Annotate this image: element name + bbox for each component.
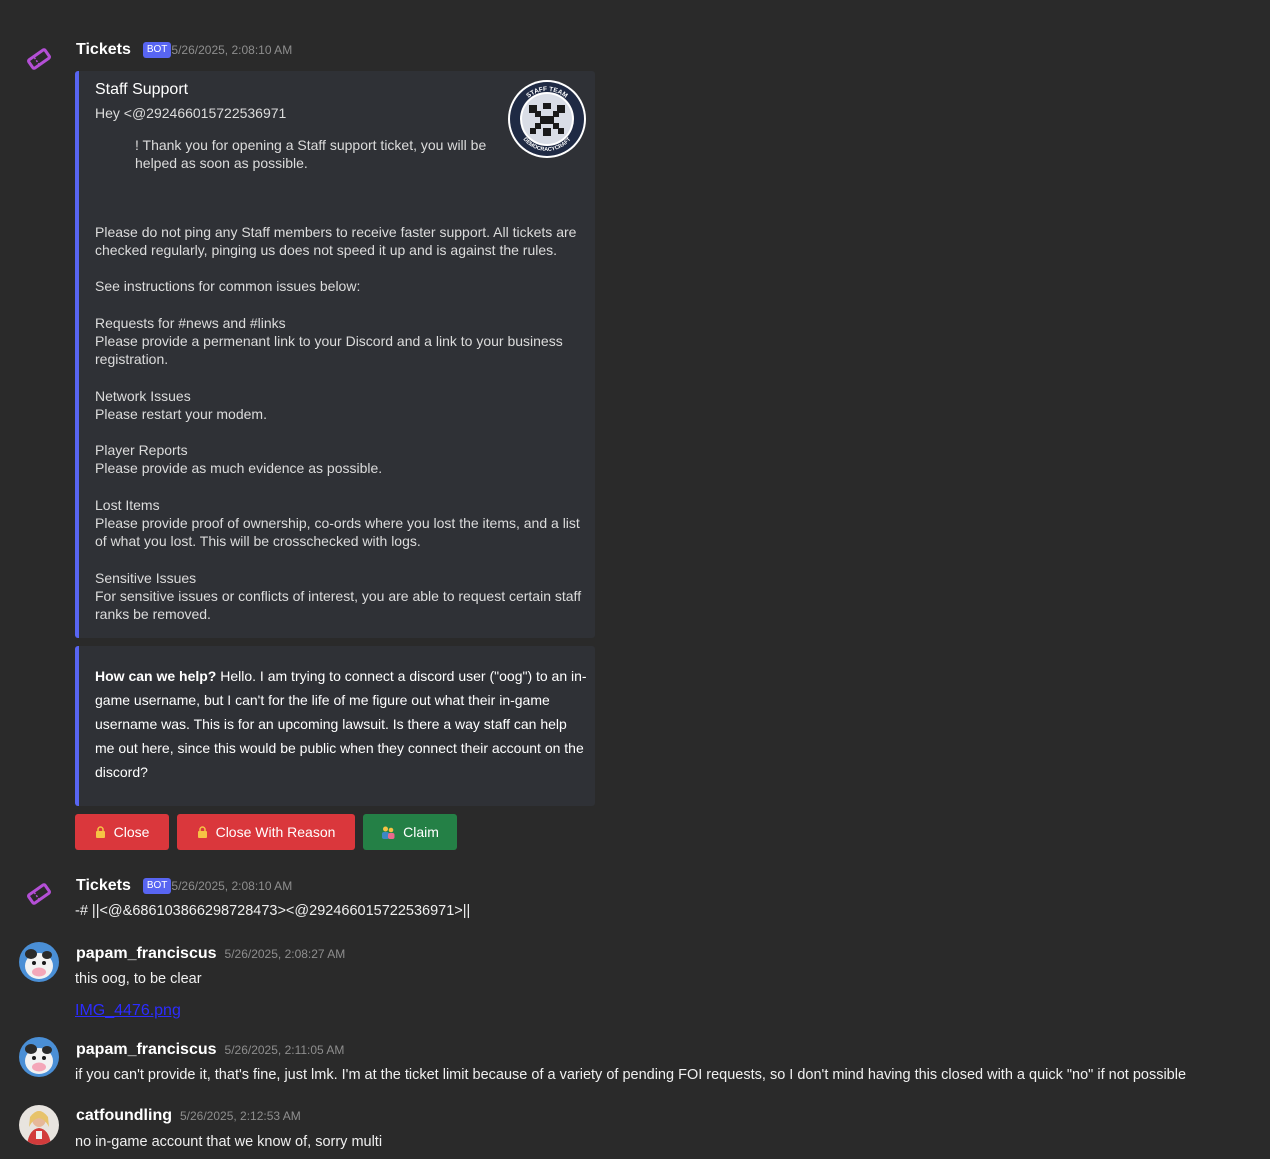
message-text: if you can't provide it, that's fine, ju…: [75, 1067, 1187, 1083]
message-text: no in-game account that we know of, sorr…: [75, 1134, 383, 1150]
lock-icon: [197, 826, 207, 838]
author-name[interactable]: papam_franciscus: [76, 945, 217, 963]
author-name[interactable]: Tickets: [76, 41, 131, 59]
embed-line: Please do not ping any Staff members to …: [95, 224, 577, 240]
staff-support-embed: Staff Support Hey <@292466015722536971 !…: [75, 71, 595, 638]
question-label: How can we help?: [95, 668, 217, 684]
close-button-label: Close: [113, 824, 150, 840]
embed-line: Player Reports: [95, 442, 188, 458]
message-header: papam_franciscus 5/26/2025, 2:08:27 AM: [76, 945, 345, 963]
close-with-reason-button-label: Close With Reason: [215, 824, 336, 840]
message-header: papam_franciscus 5/26/2025, 2:11:05 AM: [76, 1041, 344, 1059]
message-header: Tickets BOT 5/26/2025, 2:08:10 AM: [76, 877, 292, 895]
embed-line: See instructions for common issues below…: [95, 278, 361, 294]
staff-team-logo-icon: STAFF TEAM DEMOCRACYCRAFT: [508, 80, 586, 158]
embed-line: registration.: [95, 351, 169, 367]
question-embed: How can we help? Hello. I am trying to c…: [75, 646, 595, 806]
embed-line: Please provide a permenant link to your …: [95, 333, 563, 349]
embed-title: Staff Support: [95, 81, 189, 98]
question-text: How can we help? Hello. I am trying to c…: [95, 664, 589, 784]
ticket-icon: [27, 48, 51, 70]
embed-line: Requests for #news and #links: [95, 315, 286, 331]
avatar[interactable]: [19, 1037, 59, 1077]
message-text: -# ||<@&686103866298728473><@29246601572…: [75, 903, 471, 919]
embed-line: ranks be removed.: [95, 606, 211, 622]
timestamp: 5/26/2025, 2:08:10 AM: [171, 879, 293, 893]
timestamp: 5/26/2025, 2:08:27 AM: [224, 947, 346, 961]
embed-line: Network Issues: [95, 388, 191, 404]
claim-button-label: Claim: [403, 824, 439, 840]
ticket-icon: [27, 883, 51, 905]
bot-tag: BOT: [142, 878, 172, 894]
people-icon: [382, 826, 395, 839]
author-name[interactable]: catfoundling: [76, 1107, 172, 1125]
message-text: this oog, to be clear: [75, 971, 202, 987]
lock-icon: [95, 826, 105, 838]
embed-line: Sensitive Issues: [95, 570, 197, 586]
close-button[interactable]: Close: [75, 814, 169, 850]
question-body: Hello. I am trying to connect a discord …: [95, 668, 587, 780]
embed-line: of what you lost. This will be crosschec…: [95, 533, 421, 549]
embed-line: helped as soon as possible.: [135, 155, 308, 171]
embed-line: Please provide as much evidence as possi…: [95, 460, 383, 476]
claim-button[interactable]: Claim: [363, 814, 457, 850]
timestamp: 5/26/2025, 2:12:53 AM: [179, 1109, 301, 1123]
embed-line: Please restart your modem.: [95, 406, 267, 422]
avatar[interactable]: [19, 1105, 59, 1145]
embed-line: Hey <@292466015722536971: [95, 105, 287, 121]
embed-line: For sensitive issues or conflicts of int…: [95, 588, 582, 604]
bot-tag: BOT: [142, 42, 172, 58]
embed-line: ! Thank you for opening a Staff support …: [135, 137, 487, 153]
avatar[interactable]: [19, 942, 59, 982]
timestamp: 5/26/2025, 2:08:10 AM: [171, 43, 293, 57]
message-header: Tickets BOT 5/26/2025, 2:08:10 AM: [76, 41, 292, 59]
close-with-reason-button[interactable]: Close With Reason: [177, 814, 355, 850]
author-name[interactable]: papam_franciscus: [76, 1041, 217, 1059]
embed-line: Please provide proof of ownership, co-or…: [95, 515, 580, 531]
message-header: catfoundling 5/26/2025, 2:12:53 AM: [76, 1107, 301, 1125]
embed-line: Lost Items: [95, 497, 160, 513]
embed-line: checked regularly, pinging us does not s…: [95, 242, 558, 258]
timestamp: 5/26/2025, 2:11:05 AM: [224, 1043, 345, 1057]
attachment-link[interactable]: IMG_4476.png: [75, 1002, 181, 1020]
author-name[interactable]: Tickets: [76, 877, 131, 895]
